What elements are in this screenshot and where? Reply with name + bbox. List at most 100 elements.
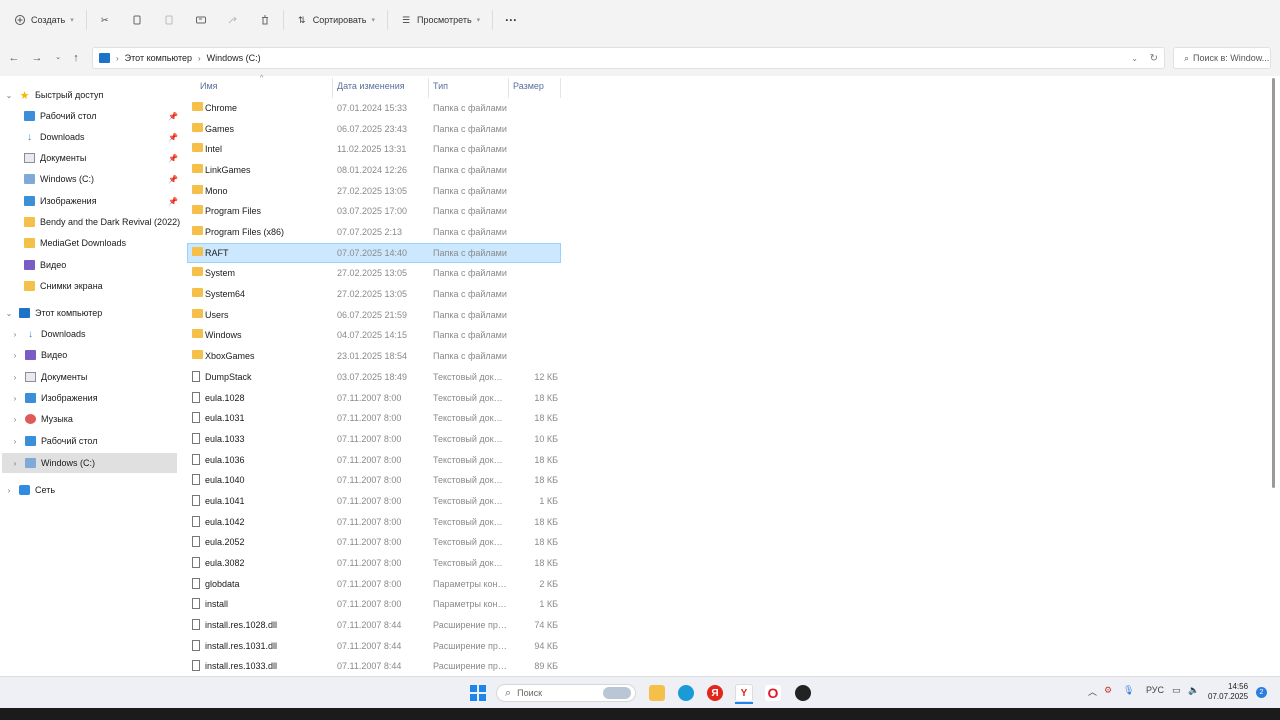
file-row[interactable]: System 27.02.2025 13:05 Папка с файлами bbox=[188, 264, 560, 282]
start-button[interactable] bbox=[469, 684, 487, 702]
file-icon bbox=[192, 412, 200, 424]
sidebar-pc-documents[interactable]: › Документы bbox=[10, 367, 87, 387]
file-row[interactable]: Program Files 03.07.2025 17:00 Папка с фай… bbox=[188, 202, 560, 220]
taskbar-edge[interactable] bbox=[677, 684, 695, 702]
file-row[interactable]: globdata 07.11.2007 8:00 Параметры конф...… bbox=[188, 575, 560, 593]
file-row[interactable]: install 07.11.2007 8:00 Параметры конф... 1… bbox=[188, 595, 560, 613]
file-name: eula.1036 bbox=[205, 454, 245, 465]
sidebar-network[interactable]: › Сеть bbox=[4, 480, 55, 500]
refresh-icon[interactable]: ↻ bbox=[1150, 53, 1158, 64]
file-row[interactable]: eula.1042 07.11.2007 8:00 Текстовый докум.… bbox=[188, 513, 560, 531]
file-row[interactable]: Games 06.07.2025 23:43 Папка с файлами bbox=[188, 120, 560, 138]
more-options-button[interactable]: ··· bbox=[499, 7, 523, 33]
sort-button[interactable]: ⇅ Сортировать ▾ bbox=[290, 7, 381, 33]
sidebar-pc-music[interactable]: › Музыка bbox=[10, 409, 73, 429]
language-indicator[interactable]: РУС bbox=[1146, 685, 1164, 695]
taskbar-file-explorer[interactable] bbox=[648, 684, 666, 702]
file-row[interactable]: eula.1028 07.11.2007 8:00 Текстовый докум.… bbox=[188, 389, 560, 407]
file-row[interactable]: install.res.1028.dll 07.11.2007 8:44 Расши… bbox=[188, 616, 560, 634]
sidebar-item-downloads[interactable]: ↓ Downloads bbox=[24, 127, 85, 147]
chevron-down-icon: ▾ bbox=[371, 17, 376, 24]
chevron-up-icon[interactable]: ︿ bbox=[1088, 685, 1097, 698]
file-date: 07.11.2007 8:00 bbox=[337, 599, 402, 610]
chevron-down-icon[interactable]: ⌄ bbox=[1131, 54, 1138, 63]
file-row[interactable]: eula.1040 07.11.2007 8:00 Текстовый докум.… bbox=[188, 471, 560, 489]
copy-icon bbox=[131, 14, 143, 26]
column-header-size[interactable]: Размер bbox=[513, 81, 544, 91]
file-row[interactable]: Program Files (x86) 07.07.2025 2:13 Папка … bbox=[188, 223, 560, 241]
column-header-date[interactable]: Дата изменения bbox=[337, 81, 405, 91]
taskbar-app[interactable] bbox=[794, 684, 812, 702]
file-row[interactable]: install.res.1031.dll 07.11.2007 8:44 Расши… bbox=[188, 637, 560, 655]
file-row[interactable]: Windows 04.07.2025 14:15 Папка с файлами bbox=[188, 326, 560, 344]
tray-app-icon[interactable]: ⚙ bbox=[1104, 685, 1112, 696]
paste-button[interactable] bbox=[157, 7, 181, 33]
sidebar-item-bendy[interactable]: Bendy and the Dark Revival (2022) bbox=[24, 212, 180, 232]
breadcrumb-this-pc[interactable]: Этот компьютер bbox=[125, 53, 192, 63]
file-row[interactable]: Intel 11.02.2025 13:31 Папка с файлами bbox=[188, 140, 560, 158]
sidebar-pc-downloads[interactable]: › ↓ Downloads bbox=[10, 324, 86, 344]
sidebar-pc-videos[interactable]: › Видео bbox=[10, 345, 67, 365]
sidebar-quick-access[interactable]: ⌄ ★ Быстрый доступ bbox=[4, 85, 176, 105]
sidebar-item-screenshots[interactable]: Снимки экрана bbox=[24, 276, 103, 296]
file-row[interactable]: XboxGames 23.01.2025 18:54 Папка с файлами bbox=[188, 347, 560, 365]
file-row[interactable]: DumpStack 03.07.2025 18:49 Текстовый докум… bbox=[188, 368, 560, 386]
forward-button[interactable]: → bbox=[30, 51, 44, 65]
recent-locations-button[interactable]: ⌄ bbox=[51, 51, 65, 65]
share-button[interactable] bbox=[221, 7, 245, 33]
column-divider[interactable] bbox=[508, 78, 509, 98]
sidebar-item-pictures[interactable]: Изображения bbox=[24, 191, 97, 211]
network-icon[interactable]: ▭ bbox=[1172, 685, 1181, 696]
file-row[interactable]: eula.1031 07.11.2007 8:00 Текстовый докум.… bbox=[188, 409, 560, 427]
back-button[interactable]: ← bbox=[7, 51, 21, 65]
taskbar-yandex[interactable]: Я bbox=[706, 684, 724, 702]
file-row[interactable]: LinkGames 08.01.2024 12:26 Папка с файлами bbox=[188, 161, 560, 179]
clock[interactable]: 14:56 07.07.2025 bbox=[1208, 682, 1248, 702]
copy-button[interactable] bbox=[125, 7, 149, 33]
column-divider[interactable] bbox=[560, 78, 561, 98]
file-row[interactable]: eula.1033 07.11.2007 8:00 Текстовый докум.… bbox=[188, 430, 560, 448]
file-row[interactable]: Chrome 07.01.2024 15:33 Папка с файлами bbox=[188, 99, 560, 117]
chevron-right-icon: › bbox=[13, 329, 17, 339]
breadcrumb-drive-c[interactable]: Windows (C:) bbox=[207, 53, 261, 63]
file-row[interactable]: Users 06.07.2025 21:59 Папка с файлами bbox=[188, 306, 560, 324]
column-header-name[interactable]: Имя bbox=[200, 81, 218, 91]
file-row[interactable]: System64 27.02.2025 13:05 Папка с файлами bbox=[188, 285, 560, 303]
address-bar[interactable]: › Этот компьютер › Windows (C:) ⌄ ↻ bbox=[92, 47, 1165, 69]
sidebar-pc-drive-c[interactable]: › Windows (C:) bbox=[2, 453, 177, 473]
sidebar-pc-pictures[interactable]: › Изображения bbox=[10, 388, 98, 408]
delete-button[interactable] bbox=[253, 7, 277, 33]
file-row[interactable]: eula.2052 07.11.2007 8:00 Текстовый докум.… bbox=[188, 533, 560, 551]
vertical-scrollbar[interactable] bbox=[1272, 78, 1275, 488]
notification-badge[interactable]: 2 bbox=[1256, 687, 1267, 698]
taskbar-opera[interactable]: O bbox=[764, 684, 782, 702]
sidebar-item-documents[interactable]: Документы bbox=[24, 148, 86, 168]
file-row[interactable]: install.res.1033.dll 07.11.2007 8:44 Расши… bbox=[188, 657, 560, 675]
sidebar-item-drive-c[interactable]: Windows (C:) bbox=[24, 169, 94, 189]
sidebar-this-pc[interactable]: ⌄ Этот компьютер bbox=[4, 303, 176, 323]
search-input[interactable]: ⌕ Поиск в: Window... bbox=[1173, 47, 1271, 69]
rename-button[interactable] bbox=[189, 7, 213, 33]
column-divider[interactable] bbox=[428, 78, 429, 98]
column-divider[interactable] bbox=[332, 78, 333, 98]
file-row[interactable]: RAFT 07.07.2025 14:40 Папка с файлами bbox=[187, 242, 561, 263]
sidebar-item-desktop[interactable]: Рабочий стол bbox=[24, 106, 97, 126]
volume-icon[interactable]: 🔈 bbox=[1188, 685, 1199, 696]
file-type: Текстовый докум... bbox=[433, 516, 507, 527]
sidebar-item-videos[interactable]: Видео bbox=[24, 255, 66, 275]
taskbar-yandex-browser[interactable]: Y bbox=[735, 684, 753, 704]
up-button[interactable]: ↑ bbox=[69, 51, 83, 65]
file-row[interactable]: eula.3082 07.11.2007 8:00 Текстовый докум.… bbox=[188, 554, 560, 572]
column-header-type[interactable]: Тип bbox=[433, 81, 448, 91]
create-button[interactable]: Создать ▾ bbox=[8, 7, 80, 33]
view-button[interactable]: ☰ Просмотреть ▾ bbox=[394, 7, 486, 33]
taskbar-search[interactable]: ⌕ Поиск bbox=[496, 684, 636, 702]
file-row[interactable]: eula.1041 07.11.2007 8:00 Текстовый докум.… bbox=[188, 492, 560, 510]
file-row[interactable]: Mono 27.02.2025 13:05 Папка с файлами bbox=[188, 182, 560, 200]
microphone-icon[interactable]: 🎙 bbox=[1123, 685, 1134, 696]
cut-button[interactable]: ✂ bbox=[93, 7, 117, 33]
sidebar-item-mediaget[interactable]: MediaGet Downloads bbox=[24, 233, 126, 253]
sidebar-pc-desktop[interactable]: › Рабочий стол bbox=[10, 431, 98, 451]
file-row[interactable]: eula.1036 07.11.2007 8:00 Текстовый докум.… bbox=[188, 451, 560, 469]
file-name: LinkGames bbox=[205, 165, 251, 176]
